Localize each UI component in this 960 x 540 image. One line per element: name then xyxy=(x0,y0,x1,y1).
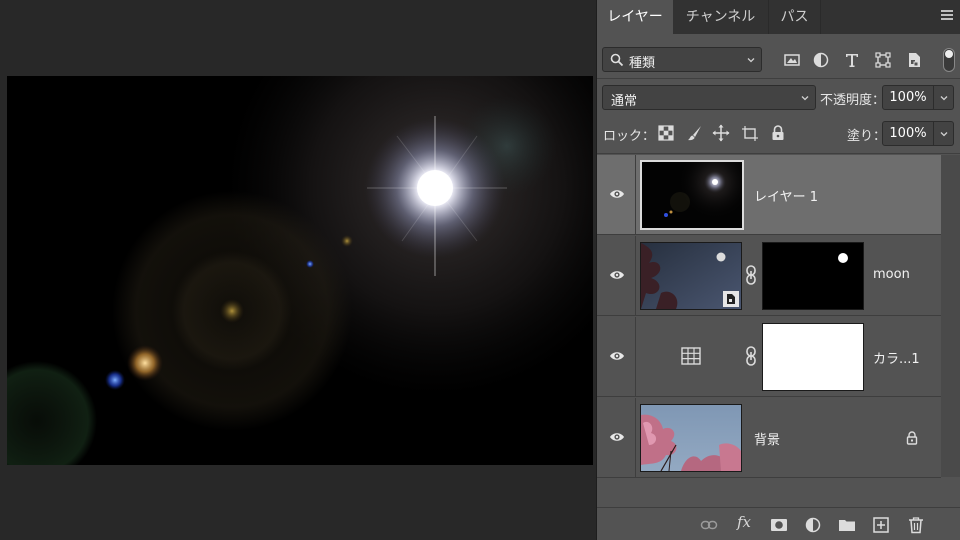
layer-mask-thumbnail[interactable] xyxy=(762,323,864,391)
chevron-down-icon xyxy=(940,132,948,137)
link-mask-icon[interactable] xyxy=(745,264,757,286)
layers-list: レイヤー 1 moon カラ...1 背景 xyxy=(597,155,941,478)
layer-mask-thumbnail[interactable] xyxy=(762,242,864,310)
tab-paths[interactable]: パス xyxy=(769,0,821,34)
trash-icon[interactable] xyxy=(907,516,925,534)
document-canvas-area xyxy=(0,0,595,540)
layer-row-layer-1[interactable]: レイヤー 1 xyxy=(597,155,941,235)
fill-input[interactable]: 100% xyxy=(882,121,934,146)
layer-row-background[interactable]: 背景 xyxy=(597,398,941,478)
smart-object-filter-icon[interactable] xyxy=(905,51,923,69)
blend-mode-label: 通常 xyxy=(611,94,638,109)
layer-name[interactable]: レイヤー 1 xyxy=(754,186,818,205)
layer-filter-row: 種類 xyxy=(597,44,960,76)
search-icon xyxy=(610,53,624,67)
lock-position-icon[interactable] xyxy=(712,124,730,142)
visibility-column-divider xyxy=(635,317,636,397)
visibility-column-divider xyxy=(635,155,636,235)
eye-icon[interactable] xyxy=(609,188,625,200)
lock-all-icon[interactable] xyxy=(769,124,787,142)
layer-thumbnail[interactable] xyxy=(640,404,742,472)
blend-mode-select[interactable]: 通常 xyxy=(602,85,816,110)
filter-kind-label: 種類 xyxy=(629,56,656,71)
color-lookup-adjustment-icon[interactable] xyxy=(681,347,701,365)
cherry-blossom-thumbnail-image xyxy=(641,405,741,471)
chevron-down-icon xyxy=(747,58,755,63)
opacity-label: 不透明度： xyxy=(820,93,886,108)
filter-toggle-switch[interactable] xyxy=(943,48,955,72)
lock-transparent-pixels-icon[interactable] xyxy=(657,124,675,142)
new-layer-icon[interactable] xyxy=(872,516,890,534)
visibility-column-divider xyxy=(635,398,636,478)
layers-panel: レイヤー チャンネル パス 種類 通常 不透明度： 100% ロック： 塗り： … xyxy=(596,0,960,540)
eye-icon[interactable] xyxy=(609,350,625,362)
layer-row-moon[interactable]: moon xyxy=(597,236,941,316)
layer-row-color-lookup[interactable]: カラ...1 xyxy=(597,317,941,397)
panel-tabbar: レイヤー チャンネル パス xyxy=(597,0,960,34)
layer-thumbnail[interactable] xyxy=(640,160,744,230)
layer-style-fx-icon[interactable]: fx xyxy=(737,513,751,531)
new-adjustment-layer-icon[interactable] xyxy=(804,516,822,534)
layers-scrollbar[interactable] xyxy=(941,155,960,477)
layer-name[interactable]: 背景 xyxy=(754,429,780,448)
link-mask-icon[interactable] xyxy=(745,345,757,367)
photoshop-window: レイヤー チャンネル パス 種類 通常 不透明度： 100% ロック： 塗り： … xyxy=(0,0,960,540)
opacity-dropdown-button[interactable] xyxy=(934,85,954,110)
layer-thumbnail[interactable] xyxy=(640,242,742,310)
new-group-folder-icon[interactable] xyxy=(838,516,856,534)
panel-bottom-toolbar: fx xyxy=(597,507,960,540)
add-mask-icon[interactable] xyxy=(770,516,788,534)
blend-row: 通常 不透明度： 100% xyxy=(597,82,960,114)
layer-name[interactable]: カラ...1 xyxy=(873,348,920,367)
shape-filter-icon[interactable] xyxy=(874,51,892,69)
image-filter-icon[interactable] xyxy=(783,51,801,69)
filter-kind-select[interactable]: 種類 xyxy=(602,47,762,72)
lens-flare-image xyxy=(7,76,593,465)
eye-icon[interactable] xyxy=(609,269,625,281)
layer-name[interactable]: moon xyxy=(873,267,910,282)
divider xyxy=(597,78,960,79)
lock-artboard-icon[interactable] xyxy=(741,124,759,142)
panel-menu-icon[interactable] xyxy=(941,10,953,22)
document-canvas[interactable] xyxy=(7,76,593,465)
opacity-input[interactable]: 100% xyxy=(882,85,934,110)
chevron-down-icon xyxy=(801,96,809,101)
moon-mask-image xyxy=(763,243,863,309)
adjustment-filter-icon[interactable] xyxy=(812,51,830,69)
chevron-down-icon xyxy=(940,96,948,101)
eye-icon[interactable] xyxy=(609,431,625,443)
tab-channels[interactable]: チャンネル xyxy=(673,0,769,34)
fill-label: 塗り： xyxy=(847,129,887,144)
lock-row: ロック： 塗り： 100% xyxy=(597,118,960,150)
lock-image-pixels-icon[interactable] xyxy=(686,124,704,142)
type-filter-icon[interactable] xyxy=(843,51,861,69)
visibility-column-divider xyxy=(635,236,636,316)
divider xyxy=(597,153,960,154)
link-layers-icon[interactable] xyxy=(700,516,718,534)
fill-dropdown-button[interactable] xyxy=(934,121,954,146)
flare-thumbnail-image xyxy=(642,162,742,228)
layer-locked-icon[interactable] xyxy=(905,431,919,445)
lock-label: ロック： xyxy=(603,129,656,144)
tab-layers[interactable]: レイヤー xyxy=(597,0,673,34)
smart-object-badge-icon xyxy=(723,291,739,307)
